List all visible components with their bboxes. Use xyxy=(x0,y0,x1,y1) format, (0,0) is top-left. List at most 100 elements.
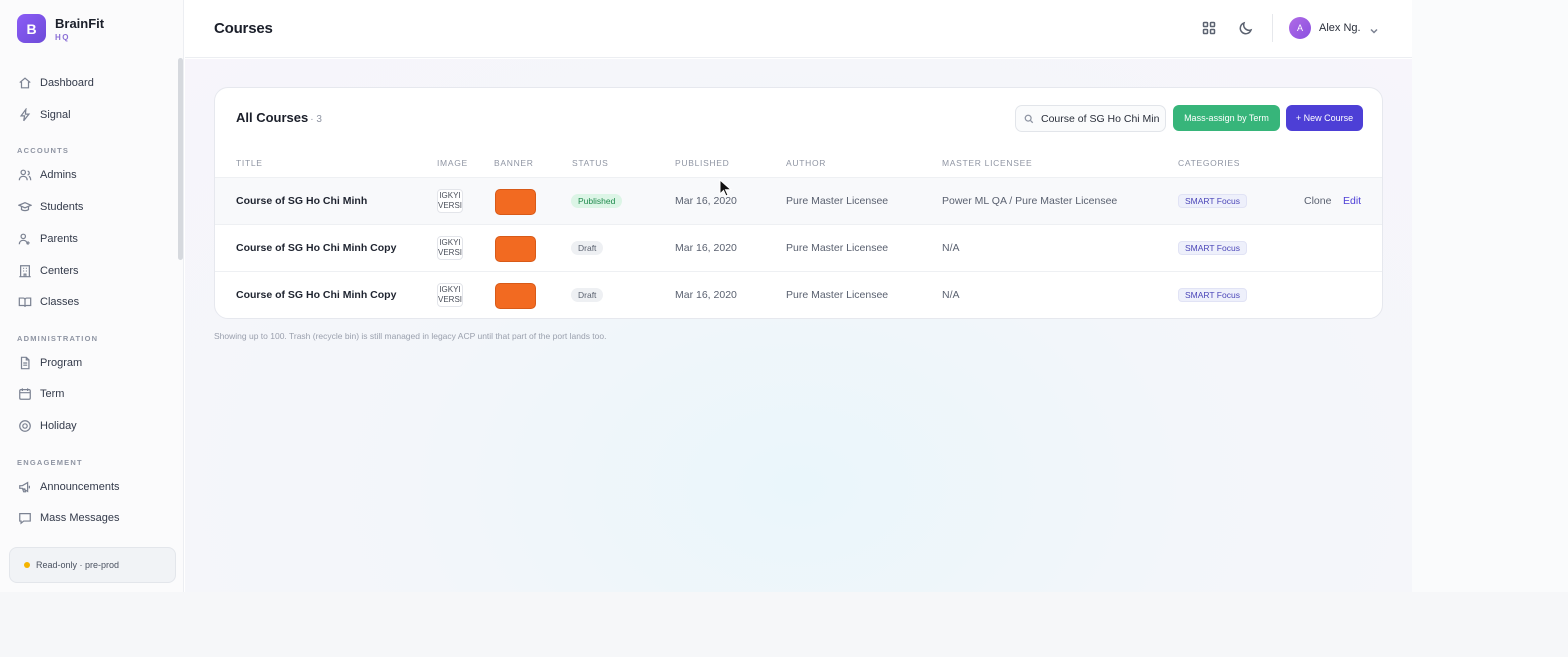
graduation-cap-icon xyxy=(18,201,32,212)
sidebar-item-label: Signal xyxy=(40,109,71,121)
new-course-button[interactable]: + New Course xyxy=(1286,105,1363,131)
table-row[interactable]: Course of SG Ho Chi Minh Copy IGKYI VERS… xyxy=(215,224,1382,271)
status-badge-label: Read-only · pre-prod xyxy=(36,560,120,570)
table-footnote: Showing up to 100. Trash (recycle bin) i… xyxy=(214,331,607,341)
category-tag: SMART Focus xyxy=(1178,194,1247,208)
sidebar-item-centers[interactable]: Centers xyxy=(18,262,79,280)
sidebar-item-term[interactable]: Term xyxy=(18,385,64,403)
course-image-thumbnail: IGKYI VERSI xyxy=(437,189,463,213)
sidebar-item-label: Students xyxy=(40,201,84,213)
sidebar-item-label: Centers xyxy=(40,265,79,277)
megaphone-icon xyxy=(19,481,30,493)
column-header-title[interactable]: TITLE xyxy=(236,158,263,168)
mass-assign-button[interactable]: Mass-assign by Term xyxy=(1173,105,1280,131)
user-name: Alex Ng. xyxy=(1319,22,1361,34)
sidebar-item-signal[interactable]: Signal xyxy=(18,106,71,124)
search-input[interactable] xyxy=(1041,112,1159,125)
courses-card: All Courses· 3 Mass-assign by Term + New… xyxy=(214,87,1383,319)
sidebar-item-program[interactable]: Program xyxy=(18,354,82,372)
moon-icon xyxy=(1239,21,1253,35)
sidebar-item-holiday[interactable]: Holiday xyxy=(18,417,77,435)
master-licensee: Power ML QA / Pure Master Licensee xyxy=(942,195,1118,207)
sidebar-item-mass-messages[interactable]: Mass Messages xyxy=(18,509,119,527)
course-image-thumbnail: IGKYI VERSI xyxy=(437,236,463,260)
message-icon xyxy=(19,513,31,525)
table-row[interactable]: Course of SG Ho Chi Minh Copy IGKYI VERS… xyxy=(215,271,1382,318)
course-title[interactable]: Course of SG Ho Chi Minh xyxy=(236,195,367,207)
sidebar-item-label: Parents xyxy=(40,233,78,245)
sidebar-item-label: Program xyxy=(40,357,83,369)
home-icon xyxy=(19,77,31,89)
top-header: Courses A Alex Ng. xyxy=(185,0,1412,58)
column-header-published[interactable]: PUBLISHED xyxy=(675,158,729,168)
column-header-banner: BANNER xyxy=(494,158,534,168)
sidebar-item-admins[interactable]: Admins xyxy=(18,166,77,184)
search-icon xyxy=(1024,114,1034,123)
target-icon xyxy=(19,420,31,432)
sidebar-item-announcements[interactable]: Announcements xyxy=(18,478,120,496)
nav-section-engagement: ENGAGEMENT xyxy=(17,458,83,467)
apps-grid-button[interactable] xyxy=(1201,20,1217,36)
course-title[interactable]: Course of SG Ho Chi Minh Copy xyxy=(236,289,396,301)
status-badge: Draft xyxy=(571,241,604,255)
search-field[interactable] xyxy=(1015,105,1166,132)
sidebar-item-label: Admins xyxy=(40,169,77,181)
category-tag: SMART Focus xyxy=(1178,241,1247,255)
calendar-icon xyxy=(19,388,31,400)
column-header-master-licensee[interactable]: MASTER LICENSEE xyxy=(942,158,1032,168)
course-count: · 3 xyxy=(310,114,322,125)
course-image-thumbnail: IGKYI VERSI xyxy=(437,283,463,307)
sidebar-item-label: Dashboard xyxy=(40,77,94,89)
course-banner-thumbnail xyxy=(495,236,536,262)
column-header-status[interactable]: STATUS xyxy=(572,158,608,168)
sidebar-item-label: Mass Messages xyxy=(40,512,120,524)
nav-section-administration: ADMINISTRATION xyxy=(17,334,99,343)
status-dot-icon xyxy=(24,562,30,568)
status-badge: Read-only · pre-prod xyxy=(9,547,176,583)
brand-name: BrainFit xyxy=(55,15,105,31)
card-title-text: All Courses xyxy=(236,110,309,125)
sidebar-item-dashboard[interactable]: Dashboard xyxy=(18,74,94,92)
clone-link[interactable]: Clone xyxy=(1304,195,1331,207)
app-window: B BrainFit HQ Dashboard Signal ACCOUNTS … xyxy=(0,0,1412,592)
course-title[interactable]: Course of SG Ho Chi Minh Copy xyxy=(236,242,396,254)
window-right-gutter xyxy=(1412,0,1568,592)
author: Pure Master Licensee xyxy=(786,195,889,207)
author: Pure Master Licensee xyxy=(786,289,889,301)
course-banner-thumbnail xyxy=(495,189,536,215)
dark-mode-toggle[interactable] xyxy=(1238,20,1254,36)
brand-sub: HQ xyxy=(55,32,70,42)
main-content: All Courses· 3 Mass-assign by Term + New… xyxy=(185,59,1412,592)
brand[interactable]: B BrainFit HQ xyxy=(17,14,104,43)
parents-icon xyxy=(18,233,30,245)
course-banner-thumbnail xyxy=(495,283,536,309)
published-date: Mar 16, 2020 xyxy=(675,289,737,301)
user-menu[interactable]: A Alex Ng. xyxy=(1289,17,1379,39)
page-title: Courses xyxy=(214,20,273,37)
book-open-icon xyxy=(18,297,32,307)
edit-link[interactable]: Edit xyxy=(1343,195,1361,207)
sidebar-item-label: Holiday xyxy=(40,420,77,432)
admin-users-icon xyxy=(18,169,32,181)
table-row[interactable]: Course of SG Ho Chi Minh IGKYI VERSI Pub… xyxy=(215,177,1382,224)
category-tag: SMART Focus xyxy=(1178,288,1247,302)
sidebar-item-classes[interactable]: Classes xyxy=(18,293,79,311)
author: Pure Master Licensee xyxy=(786,242,889,254)
column-header-categories: CATEGORIES xyxy=(1178,158,1241,168)
window-bottom-gutter xyxy=(0,592,1568,657)
sidebar-item-label: Classes xyxy=(40,296,80,308)
sidebar-item-students[interactable]: Students xyxy=(18,198,83,216)
card-title: All Courses · 3 xyxy=(236,110,322,125)
header-divider xyxy=(1272,14,1273,42)
master-licensee: N/A xyxy=(942,289,960,301)
sidebar-scrollbar[interactable] xyxy=(178,58,183,260)
sidebar-item-parents[interactable]: Parents xyxy=(18,230,78,248)
master-licensee: N/A xyxy=(942,242,960,254)
status-badge: Published xyxy=(571,194,623,208)
sidebar-item-label: Announcements xyxy=(40,481,120,493)
brand-logo: B xyxy=(17,14,46,43)
lightning-icon xyxy=(19,108,31,122)
document-icon xyxy=(20,356,30,370)
grid-icon xyxy=(1202,21,1216,35)
column-header-author[interactable]: AUTHOR xyxy=(786,158,826,168)
